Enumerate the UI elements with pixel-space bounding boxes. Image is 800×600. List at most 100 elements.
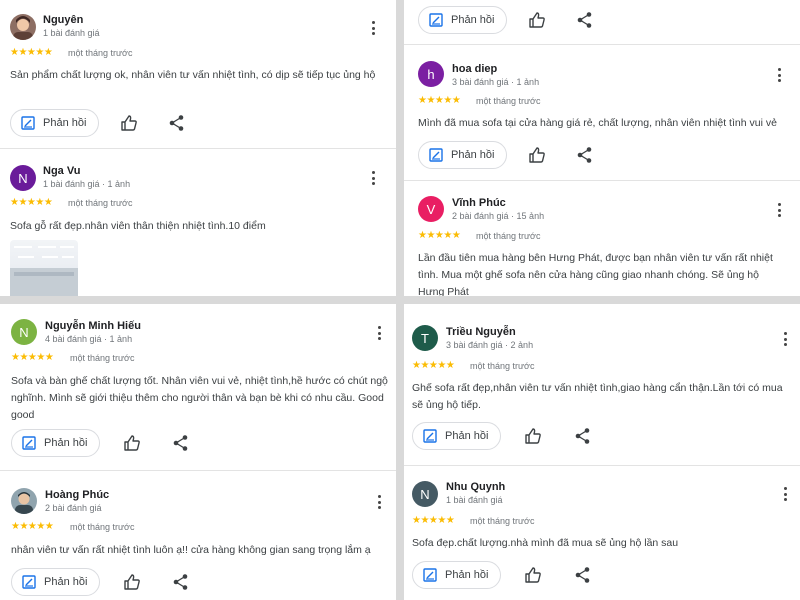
divider [404,180,800,181]
more-options-icon[interactable] [372,493,386,511]
reviewer-name[interactable]: Hoàng Phúc [45,489,109,501]
reply-button[interactable]: Phản hồi [412,422,502,450]
avatar[interactable]: N [10,165,36,191]
review-text: Sản phẩm chất lượng ok, nhân viên tư vấn… [10,69,376,81]
review-time: một tháng trước [470,361,535,371]
thumbs-up-icon[interactable] [524,566,542,584]
star-rating: ★★★★★ [418,230,461,241]
reviewer-name[interactable]: Nguyên [43,14,83,26]
reviewer-meta: 1 bài đánh giá [43,28,100,38]
reply-icon [423,429,437,443]
reply-label: Phản hồi [43,117,87,129]
review-text: Sofa đẹp.chất lượng.nhà mình đã mua sẽ ủ… [412,537,679,549]
reply-button[interactable]: Phản hồi [10,109,100,137]
avatar[interactable]: h [418,61,444,87]
thumbs-up-icon[interactable] [120,114,138,132]
review-time: một tháng trước [68,198,133,208]
reply-label: Phản hồi [445,430,489,442]
share-icon[interactable] [576,146,594,164]
divider [0,470,396,471]
reply-icon [423,568,437,582]
reply-label: Phản hồi [44,437,88,449]
star-rating: ★★★★★ [11,521,54,532]
reply-button[interactable]: Phản hồi [11,568,101,596]
reply-label: Phản hồi [451,149,495,161]
share-icon[interactable] [574,566,592,584]
review-text: Mình đã mua sofa tại cửa hàng giá rẻ, ch… [418,117,777,129]
reply-button[interactable]: Phản hồi [412,561,502,589]
review-time: một tháng trước [70,522,135,532]
reviewer-name[interactable]: Nga Vu [43,165,81,177]
more-options-icon[interactable] [778,330,792,348]
star-rating: ★★★★★ [412,360,455,371]
review-panel-top-right: Phản hồi h hoa diep 3 bài đánh giá · 1 ả… [404,0,800,296]
more-options-icon[interactable] [366,169,380,187]
review-time: một tháng trước [68,48,133,58]
divider [0,148,396,149]
reviewer-meta: 2 bài đánh giá [45,503,102,513]
reviewer-meta: 1 bài đánh giá · 1 ảnh [43,179,131,189]
reply-icon [429,13,443,27]
reply-icon [22,575,36,589]
reviewer-name[interactable]: Vĩnh Phúc [452,197,506,209]
reply-label: Phản hồi [44,576,88,588]
review-time: một tháng trước [70,353,135,363]
star-rating: ★★★★★ [412,515,455,526]
reply-icon [21,116,35,130]
reply-label: Phản hồi [451,14,495,26]
star-rating: ★★★★★ [418,95,461,106]
avatar[interactable] [11,488,37,514]
star-rating: ★★★★★ [10,197,53,208]
thumbs-up-icon[interactable] [528,146,546,164]
thumbs-up-icon[interactable] [123,573,141,591]
reply-label: Phản hồi [445,569,489,581]
reply-button[interactable]: Phản hồi [418,6,508,34]
reviewer-meta: 4 bài đánh giá · 1 ảnh [45,334,133,344]
more-options-icon[interactable] [778,485,792,503]
share-icon[interactable] [172,434,190,452]
share-icon[interactable] [172,573,190,591]
divider [404,465,800,466]
share-icon[interactable] [574,427,592,445]
avatar[interactable]: V [418,196,444,222]
divider [404,44,800,45]
more-options-icon[interactable] [772,201,786,219]
avatar[interactable]: T [412,325,438,351]
more-options-icon[interactable] [772,66,786,84]
reviewer-name[interactable]: Triều Nguyễn [446,326,516,338]
star-rating: ★★★★★ [10,47,53,58]
avatar[interactable] [10,14,36,40]
reviewer-meta: 1 bài đánh giá [446,495,503,505]
avatar[interactable]: N [11,319,37,345]
review-panel-bottom-right: T Triều Nguyễn 3 bài đánh giá · 2 ảnh ★★… [404,304,800,600]
share-icon[interactable] [168,114,186,132]
reviewer-meta: 2 bài đánh giá · 15 ảnh [452,211,545,221]
reply-icon [429,148,443,162]
reviewer-name[interactable]: Nhu Quynh [446,481,505,493]
thumbs-up-icon[interactable] [524,427,542,445]
review-text: Sofa và bàn ghế chất lượng tốt. Nhân viê… [11,375,388,421]
more-options-icon[interactable] [366,19,380,37]
reply-icon [22,436,36,450]
review-text: Lần đầu tiên mua hàng bên Hưng Phát, đượ… [418,252,773,296]
more-options-icon[interactable] [372,324,386,342]
reviewer-name[interactable]: hoa diep [452,63,497,75]
share-icon[interactable] [576,11,594,29]
review-text: Ghế sofa rất đẹp,nhân viên tư vấn nhiệt … [412,382,783,411]
review-text: Sofa gỗ rất đẹp.nhân viên thân thiện nhi… [10,220,266,232]
reviewer-meta: 3 bài đánh giá · 2 ảnh [446,340,534,350]
review-text: nhân viên tư vấn rất nhiệt tình luôn ạ!!… [11,544,371,556]
review-photo[interactable] [10,240,78,296]
reviewer-meta: 3 bài đánh giá · 1 ảnh [452,77,540,87]
reviewer-name[interactable]: Nguyễn Minh Hiếu [45,320,141,332]
review-time: một tháng trước [470,516,535,526]
avatar[interactable]: N [412,481,438,507]
thumbs-up-icon[interactable] [123,434,141,452]
reply-button[interactable]: Phản hồi [418,141,508,169]
review-panel-top-left: Nguyên 1 bài đánh giá ★★★★★ một tháng tr… [0,0,396,296]
review-panel-bottom-left: N Nguyễn Minh Hiếu 4 bài đánh giá · 1 ản… [0,304,396,600]
review-time: một tháng trước [476,96,541,106]
star-rating: ★★★★★ [11,352,54,363]
reply-button[interactable]: Phản hồi [11,429,101,457]
thumbs-up-icon[interactable] [528,11,546,29]
